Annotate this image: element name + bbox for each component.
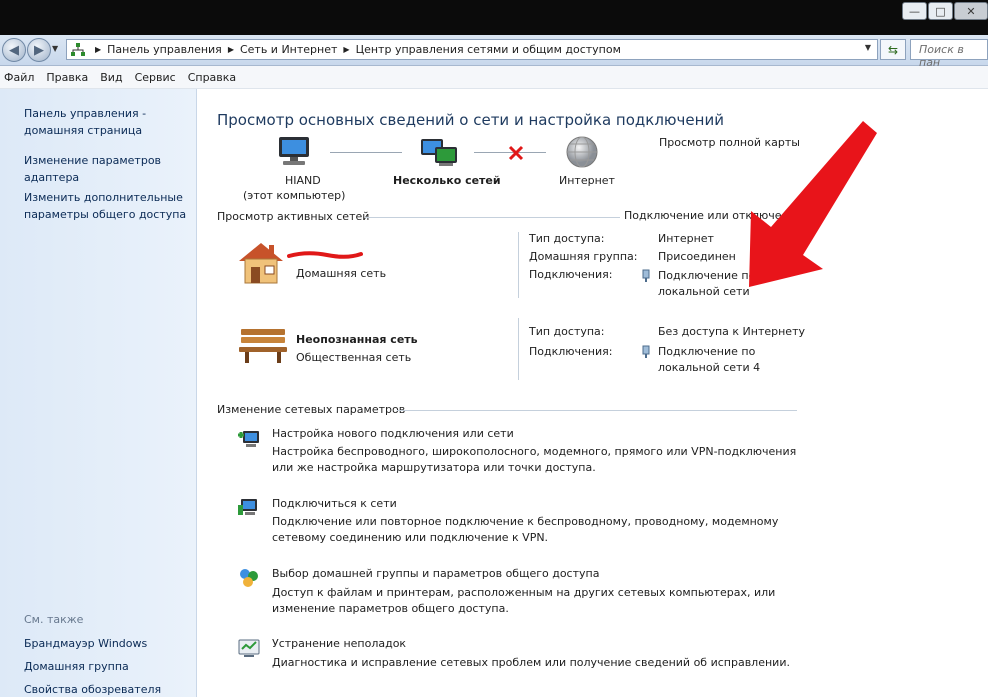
- menu-help[interactable]: Справка: [184, 71, 244, 84]
- minimize-button[interactable]: —: [902, 2, 927, 20]
- task-homegroup-desc: Доступ к файлам и принтерам, расположенн…: [272, 585, 775, 617]
- refresh-button[interactable]: ⇆: [880, 39, 906, 60]
- close-button[interactable]: ✕: [954, 2, 988, 20]
- task-desc-line: сетевому соединению или подключение к VP…: [272, 531, 549, 544]
- redaction-scribble: [287, 251, 363, 259]
- map-link-line: [330, 152, 402, 153]
- task-desc-line: изменение параметров общего доступа.: [272, 602, 509, 615]
- refresh-icon: ⇆: [887, 42, 899, 57]
- network-2-access-value: Без доступа к Интернету: [658, 325, 805, 338]
- breadcrumb-control-panel[interactable]: Панель управления: [107, 43, 222, 56]
- network-1-homegroup-label: Домашняя группа:: [529, 250, 638, 263]
- back-button[interactable]: ◀: [2, 38, 26, 62]
- page-title: Просмотр основных сведений о сети и наст…: [217, 111, 724, 129]
- sidebar-link-line: Изменение параметров: [24, 154, 162, 167]
- network-1-connections-label: Подключения:: [529, 268, 613, 281]
- address-bar[interactable]: ▶ Панель управления ▶ Сеть и Интернет ▶ Цен…: [66, 39, 878, 60]
- menu-tools[interactable]: Сервис: [131, 71, 184, 84]
- sidebar-link-line: домашняя страница: [24, 124, 143, 137]
- network-2-connection-link[interactable]: Подключение по локальной сети 4: [658, 344, 760, 376]
- troubleshoot-icon: [238, 639, 260, 657]
- menu-file[interactable]: Файл: [0, 71, 42, 84]
- task-desc-line: Настройка беспроводного, широкополосного…: [272, 445, 797, 458]
- sidebar-link-line: Изменить дополнительные: [24, 191, 183, 204]
- network-2-access-label: Тип доступа:: [529, 325, 605, 338]
- ethernet-icon: [642, 269, 650, 282]
- navigation-bar: ◀ ▶ ▼ ▶ Панель управления ▶ Сеть и Интерне…: [0, 35, 988, 69]
- search-input[interactable]: Поиск в пан: [910, 39, 988, 69]
- sidebar-link-line: параметры общего доступа: [24, 208, 187, 221]
- map-middle-label: Несколько сетей: [393, 174, 501, 187]
- task-new-connection-desc: Настройка беспроводного, широкополосного…: [272, 444, 796, 476]
- network-1-type-link[interactable]: Домашняя сеть: [296, 267, 386, 280]
- map-internet-label: Интернет: [559, 174, 615, 187]
- task-connect-link[interactable]: Подключиться к сети: [272, 497, 397, 510]
- menu-edit[interactable]: Правка: [42, 71, 96, 84]
- task-desc-line: Диагностика и исправление сетевых пробле…: [272, 656, 790, 669]
- change-settings-heading: Изменение сетевых параметров: [217, 403, 406, 416]
- sidebar-link-advanced-sharing[interactable]: Изменить дополнительные параметры общего…: [24, 189, 189, 223]
- internet-globe-icon: [566, 136, 598, 168]
- menu-view[interactable]: Вид: [96, 71, 130, 84]
- address-dropdown-icon[interactable]: ▼: [865, 43, 871, 52]
- sidebar-link-line: Панель управления -: [24, 107, 147, 120]
- task-desc-line: или же настройка маршрутизатора или точк…: [272, 461, 596, 474]
- back-arrow-icon: ◀: [9, 42, 19, 58]
- task-new-connection-link[interactable]: Настройка нового подключения или сети: [272, 427, 514, 440]
- disconnected-x-icon: [508, 145, 524, 161]
- sidebar: Панель управления - домашняя страница Из…: [0, 89, 197, 697]
- network-1-homegroup-link[interactable]: Присоединен: [658, 250, 736, 263]
- annotation-arrow-icon: [749, 121, 877, 287]
- sidebar-link-adapter-settings[interactable]: Изменение параметров адаптера: [24, 152, 189, 186]
- task-troubleshoot-link[interactable]: Устранение неполадок: [272, 637, 406, 650]
- connect-to-network-icon: [238, 499, 257, 515]
- see-also-heading: См. также: [24, 613, 84, 626]
- forward-button[interactable]: ▶: [27, 38, 51, 62]
- breadcrumb-network-center[interactable]: Центр управления сетями и общим доступом: [356, 43, 621, 56]
- sidebar-link-control-panel-home[interactable]: Панель управления - домашняя страница: [24, 105, 189, 139]
- home-network-icon: [239, 243, 283, 284]
- task-homegroup-link[interactable]: Выбор домашней группы и параметров общег…: [272, 567, 599, 580]
- task-desc-line: Подключение или повторное подключение к …: [272, 515, 779, 528]
- map-computer-name: HIAND: [285, 174, 321, 187]
- sidebar-link-homegroup[interactable]: Домашняя группа: [24, 658, 189, 675]
- connection-link-line: локальной сети 4: [658, 361, 761, 374]
- network-1-access-value: Интернет: [658, 232, 714, 245]
- maximize-button[interactable]: □: [928, 2, 953, 20]
- map-computer-sub: (этот компьютер): [243, 189, 346, 202]
- recent-pages-dropdown-icon[interactable]: ▼: [52, 44, 58, 53]
- network-2-connections-label: Подключения:: [529, 345, 613, 358]
- ethernet-icon: [642, 345, 650, 358]
- connection-link-line: Подключение по: [658, 345, 756, 358]
- main-content: Просмотр основных сведений о сети и наст…: [197, 89, 988, 697]
- network-2-name: Неопознанная сеть: [296, 333, 418, 346]
- sidebar-link-browser-properties[interactable]: Свойства обозревателя: [24, 681, 189, 698]
- network-2-type: Общественная сеть: [296, 351, 412, 364]
- window-controls: — □ ✕: [902, 2, 988, 20]
- title-bar: — □ ✕: [0, 0, 988, 35]
- network-1-access-label: Тип доступа:: [529, 232, 605, 245]
- task-desc-line: Доступ к файлам и принтерам, расположенн…: [272, 586, 776, 599]
- computer-icon: [279, 137, 309, 165]
- new-connection-icon: [238, 431, 259, 447]
- network-divider: [518, 318, 519, 380]
- task-connect-desc: Подключение или повторное подключение к …: [272, 514, 778, 546]
- section-divider: [397, 410, 797, 411]
- section-divider: [365, 217, 620, 218]
- forward-arrow-icon: ▶: [34, 42, 44, 58]
- task-troubleshoot-desc: Диагностика и исправление сетевых пробле…: [272, 655, 790, 671]
- homegroup-icon: [240, 569, 258, 587]
- network-icon: [71, 42, 85, 56]
- network-divider: [518, 232, 519, 298]
- sidebar-link-line: адаптера: [24, 171, 80, 184]
- multiple-networks-icon: [421, 139, 457, 166]
- menu-bar: Файл Правка Вид Сервис Справка: [0, 66, 988, 89]
- sidebar-link-firewall[interactable]: Брандмауэр Windows: [24, 635, 189, 652]
- active-networks-heading: Просмотр активных сетей: [217, 210, 370, 223]
- breadcrumb-network-internet[interactable]: Сеть и Интернет: [240, 43, 337, 56]
- public-network-bench-icon: [239, 329, 287, 363]
